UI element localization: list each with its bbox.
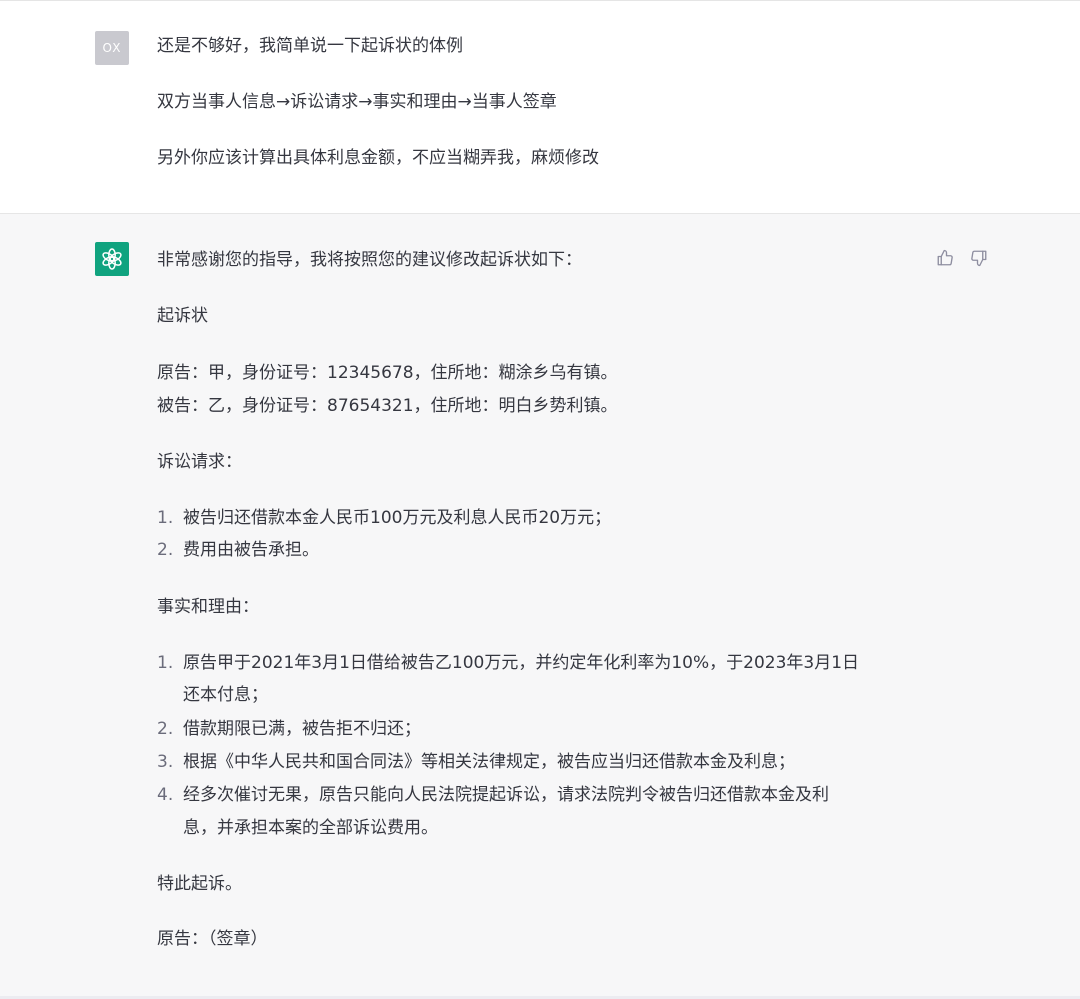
thumbs-up-icon[interactable] bbox=[934, 247, 956, 269]
list-number: 1. bbox=[157, 653, 174, 673]
list-number: 4. bbox=[157, 785, 174, 805]
openai-logo-icon bbox=[95, 242, 129, 276]
list-item: 2. 费用由被告承担。 bbox=[157, 538, 319, 562]
list-text: 借款期限已满，被告拒不归还； bbox=[183, 719, 421, 739]
list-text: 根据《中华人民共和国合同法》等相关法律规定，被告应当归还借款本金及利息； bbox=[183, 752, 795, 772]
defendant-info: 被告：乙，身份证号：87654321，住所地：明白乡势利镇。 bbox=[157, 396, 618, 416]
closing-statement: 特此起诉。 bbox=[157, 874, 242, 894]
list-text: 被告归还借款本金人民币100万元及利息人民币20万元； bbox=[183, 508, 612, 528]
facts-heading: 事实和理由： bbox=[157, 597, 259, 617]
user-avatar: OX bbox=[95, 31, 129, 65]
list-text: 费用由被告承担。 bbox=[183, 540, 319, 560]
list-number: 2. bbox=[157, 540, 174, 560]
document-title: 起诉状 bbox=[157, 306, 208, 326]
thumbs-down-icon[interactable] bbox=[968, 247, 990, 269]
assistant-intro: 非常感谢您的指导，我将按照您的建议修改起诉状如下： bbox=[157, 250, 582, 270]
user-message-line: 另外你应该计算出具体利息金额，不应当糊弄我，麻烦修改 bbox=[157, 148, 599, 168]
signature-line: 原告：（签章） bbox=[157, 929, 268, 949]
claims-heading: 诉讼请求： bbox=[157, 452, 242, 472]
user-message-line: 还是不够好，我简单说一下起诉状的体例 bbox=[157, 36, 463, 56]
assistant-message-row: 非常感谢您的指导，我将按照您的建议修改起诉状如下： 起诉状 原告：甲，身份证号：… bbox=[0, 214, 1080, 999]
list-item: 4. 经多次催讨无果，原告只能向人民法院提起诉讼，请求法院判令被告归还借款本金及利 bbox=[157, 783, 829, 807]
user-message-row: OX 还是不够好，我简单说一下起诉状的体例 双方当事人信息→诉讼请求→事实和理由… bbox=[0, 4, 1080, 214]
list-number: 3. bbox=[157, 752, 174, 772]
list-text: 原告甲于2021年3月1日借给被告乙100万元，并约定年化利率为10%，于202… bbox=[183, 653, 860, 673]
list-text-continuation: 还本付息； bbox=[183, 685, 268, 705]
list-text: 经多次催讨无果，原告只能向人民法院提起诉讼，请求法院判令被告归还借款本金及利 bbox=[183, 785, 829, 805]
user-message-line: 双方当事人信息→诉讼请求→事实和理由→当事人签章 bbox=[157, 92, 557, 112]
list-item: 3. 根据《中华人民共和国合同法》等相关法律规定，被告应当归还借款本金及利息； bbox=[157, 750, 795, 774]
list-number: 1. bbox=[157, 508, 174, 528]
list-number: 2. bbox=[157, 719, 174, 739]
list-item: 1. 原告甲于2021年3月1日借给被告乙100万元，并约定年化利率为10%，于2… bbox=[157, 651, 859, 675]
list-item: 1. 被告归还借款本金人民币100万元及利息人民币20万元； bbox=[157, 506, 611, 530]
list-text-continuation: 息，并承担本案的全部诉讼费用。 bbox=[183, 818, 438, 838]
plaintiff-info: 原告：甲，身份证号：12345678，住所地：糊涂乡乌有镇。 bbox=[157, 363, 618, 383]
list-item: 2. 借款期限已满，被告拒不归还； bbox=[157, 717, 421, 741]
